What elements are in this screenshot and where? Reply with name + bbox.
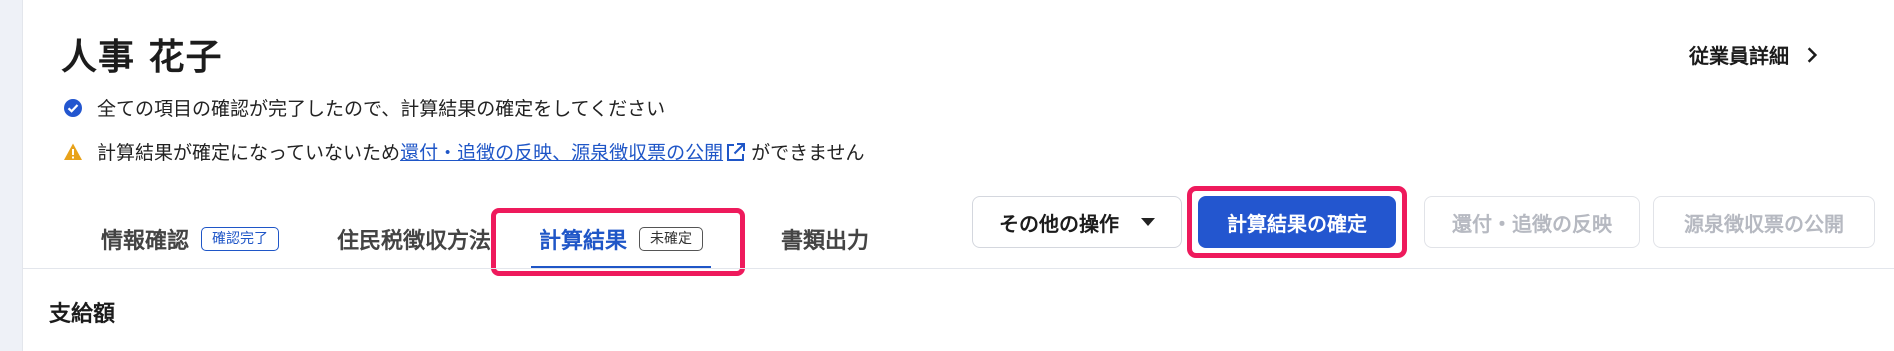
tab-highlight-box [491, 208, 745, 276]
chevron-right-icon [1807, 46, 1818, 63]
employee-name: 人事 花子 [61, 37, 223, 78]
warning-suffix: ができません [751, 142, 865, 164]
tab-label: 書類出力 [781, 229, 870, 254]
confirm-complete-notice: 全ての項目の確認が完了したので、計算結果の確定をしてください [63, 94, 665, 121]
publish-withholding-button[interactable]: 源泉徴収票の公開 [1653, 196, 1875, 248]
employee-detail-link[interactable]: 従業員詳細 [1689, 40, 1821, 69]
tab-document-output[interactable]: 書類出力 [781, 214, 869, 264]
warning-icon [64, 143, 82, 160]
main-card: 人事 花子 従業員詳細 全ての項目の確認が完了したので、計算結果の確定をしてくだ… [22, 0, 1894, 351]
other-actions-dropdown[interactable]: その他の操作 [972, 196, 1182, 248]
tab-label: 情報確認 [101, 229, 190, 254]
external-link-icon[interactable] [725, 141, 747, 163]
apply-refund-button[interactable]: 還付・追徴の反映 [1424, 196, 1640, 248]
other-actions-label: その他の操作 [999, 211, 1119, 236]
employee-detail-label: 従業員詳細 [1689, 44, 1789, 68]
warning-prefix: 計算結果が確定になっていないため [97, 142, 401, 164]
confirm-complete-text: 全ての項目の確認が完了したので、計算結果の確定をしてください [97, 98, 666, 120]
unconfirmed-warning-notice: 計算結果が確定になっていないため 還付・追徴の反映、源泉徴収票の公開 ができませ… [63, 138, 865, 165]
confirm-highlight-box [1187, 186, 1407, 258]
status-badge: 確認完了 [201, 227, 280, 251]
tab-label: 住民税徴収方法 [337, 229, 492, 254]
section-title: 支給額 [49, 302, 116, 327]
caret-down-icon [1141, 218, 1155, 226]
tab-bar: 情報確認 確認完了 住民税徴収方法 計算結果 未確定 書類出力 [53, 214, 901, 269]
check-circle-icon [64, 98, 82, 117]
tab-info-check[interactable]: 情報確認 確認完了 [101, 214, 280, 264]
section-divider [23, 268, 1894, 269]
tab-resident-tax[interactable]: 住民税徴収方法 [337, 214, 491, 264]
refund-publish-link[interactable]: 還付・追徴の反映、源泉徴収票の公開 [400, 138, 723, 165]
